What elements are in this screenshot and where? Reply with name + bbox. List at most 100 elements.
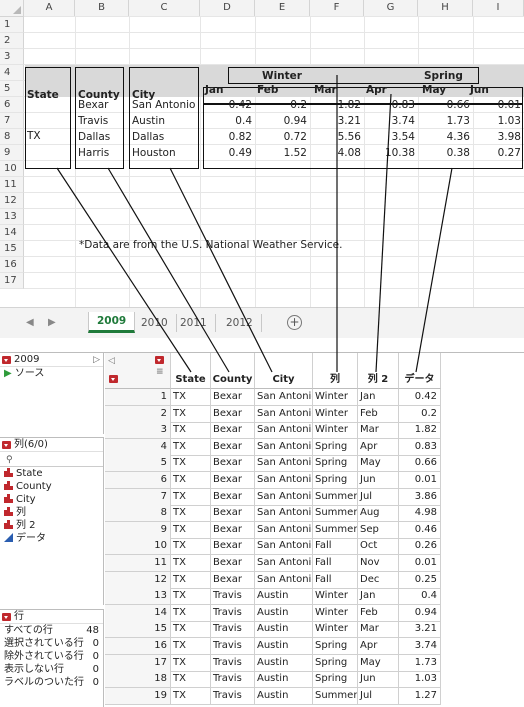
row-number-header[interactable]: ◁ ≡ [105,353,171,389]
row-number[interactable]: 5 [105,455,171,473]
grid-cell[interactable]: Summer [313,488,358,506]
grid-cell[interactable]: Fall [313,538,358,556]
grid-cell[interactable]: TX [171,538,211,556]
column-header-h[interactable]: H [418,0,473,17]
grid-cell[interactable]: Travis [211,671,255,689]
grid-cell[interactable]: TX [171,687,211,705]
grid-cell[interactable]: Travis [211,654,255,672]
columns-panel-header[interactable]: 列(6/0) [0,438,103,452]
row-header-14[interactable]: 14 [0,225,24,241]
grid-cell[interactable]: Fall [313,555,358,572]
table-row[interactable]: 3 TX Bexar San Antonio Winter Mar 1.82 [105,422,441,440]
row-number[interactable]: 10 [105,538,171,556]
table-row[interactable]: 8 TX Bexar San Antonio Summer Aug 4.98 [105,505,441,523]
grid-cell[interactable]: Bexar [211,505,255,523]
grid-cell[interactable]: TX [171,654,211,672]
grid-cell[interactable]: TX [171,621,211,639]
row-number[interactable]: 16 [105,638,171,655]
table-row[interactable]: 19 TX Travis Austin Summer Jul 1.27 [105,687,441,705]
row-header-7[interactable]: 7 [0,113,24,129]
table-name-header[interactable]: 2009 ▷ [0,353,103,367]
grid-cell[interactable]: TX [171,488,211,506]
sheet-tab-2012[interactable]: 2012 [218,314,262,332]
row-header-15[interactable]: 15 [0,241,24,257]
table-row[interactable]: 5 TX Bexar San Antonio Spring May 0.66 [105,455,441,473]
grid-cell[interactable]: Bexar [211,571,255,589]
row-number[interactable]: 2 [105,405,171,423]
grid-cell[interactable]: 3.74 [399,638,441,655]
table-row[interactable]: 15 TX Travis Austin Winter Mar 3.21 [105,621,441,639]
grid-cell[interactable]: TX [171,588,211,606]
column-list-item[interactable]: 列 [0,506,103,519]
row-number[interactable]: 9 [105,521,171,539]
column-header-c[interactable]: C [129,0,200,17]
grid-column-header[interactable]: State [171,353,211,389]
grid-cell[interactable]: 0.2 [399,405,441,423]
table-row[interactable]: 4 TX Bexar San Antonio Spring Apr 0.83 [105,438,441,456]
grid-cell[interactable]: TX [171,405,211,423]
grid-cell[interactable]: 3.86 [399,488,441,506]
row-number[interactable]: 1 [105,389,171,406]
column-header-f[interactable]: F [310,0,364,17]
grid-cell[interactable]: Feb [358,405,399,423]
table-row[interactable]: 10 TX Bexar San Antonio Fall Oct 0.26 [105,538,441,556]
table-row[interactable]: 7 TX Bexar San Antonio Summer Jul 3.86 [105,488,441,506]
row-number[interactable]: 4 [105,438,171,456]
table-row[interactable]: 18 TX Travis Austin Spring Jun 1.03 [105,671,441,689]
row-header-12[interactable]: 12 [0,193,24,209]
column-list-item[interactable]: County [0,480,103,493]
grid-column-header[interactable]: 列 2 [358,353,399,389]
grid-cell[interactable]: Summer [313,505,358,523]
column-list-item[interactable]: 列 2 [0,519,103,532]
grid-cell[interactable]: Bexar [211,555,255,572]
grid-column-header[interactable]: County [211,353,255,389]
grid-cell[interactable]: TX [171,389,211,406]
row-number[interactable]: 8 [105,505,171,523]
grid-cell[interactable]: Apr [358,638,399,655]
row-header-3[interactable]: 3 [0,49,24,65]
grid-cell[interactable]: Fall [313,571,358,589]
grid-cell[interactable]: San Antonio [255,472,313,489]
grid-column-header[interactable]: City [255,353,313,389]
grid-cell[interactable]: Bexar [211,405,255,423]
column-list-item[interactable]: State [0,467,103,480]
grid-cell[interactable]: San Antonio [255,405,313,423]
table-row[interactable]: 6 TX Bexar San Antonio Spring Jun 0.01 [105,472,441,489]
table-row[interactable]: 14 TX Travis Austin Winter Feb 0.94 [105,604,441,622]
grid-cell[interactable]: San Antonio [255,538,313,556]
grid-cell[interactable]: Travis [211,621,255,639]
grid-cell[interactable]: Mar [358,422,399,440]
grid-cell[interactable]: 0.83 [399,438,441,456]
grid-cell[interactable]: Summer [313,521,358,539]
grid-cell[interactable]: San Antonio [255,422,313,440]
row-number[interactable]: 14 [105,604,171,622]
row-number[interactable]: 18 [105,671,171,689]
grid-cell[interactable]: TX [171,604,211,622]
grid-cell[interactable]: Travis [211,687,255,705]
row-number[interactable]: 3 [105,422,171,440]
grid-cell[interactable]: Winter [313,621,358,639]
column-header-e[interactable]: E [255,0,310,17]
grid-cell[interactable]: Feb [358,604,399,622]
row-header-8[interactable]: 8 [0,129,24,145]
grid-cell[interactable]: TX [171,438,211,456]
grid-cell[interactable]: TX [171,422,211,440]
row-header-10[interactable]: 10 [0,161,24,177]
row-number[interactable]: 17 [105,654,171,672]
grid-cell[interactable]: 0.46 [399,521,441,539]
red-triangle-icon[interactable] [2,356,11,364]
grid-cell[interactable]: Travis [211,638,255,655]
grid-cell[interactable]: 0.94 [399,604,441,622]
grid-cell[interactable]: Austin [255,621,313,639]
grid-cell[interactable]: TX [171,671,211,689]
grid-cell[interactable]: San Antonio [255,488,313,506]
grid-cell[interactable]: San Antonio [255,455,313,473]
table-row[interactable]: 13 TX Travis Austin Winter Jan 0.4 [105,588,441,606]
grid-cell[interactable]: 1.73 [399,654,441,672]
sheet-tab-2010[interactable]: 2010 [133,314,177,332]
tab-scroll-left-icon[interactable]: ◀ [26,317,34,328]
grid-cell[interactable]: Austin [255,654,313,672]
grid-cell[interactable]: 0.25 [399,571,441,589]
row-number[interactable]: 11 [105,555,171,572]
grid-cell[interactable]: Bexar [211,521,255,539]
